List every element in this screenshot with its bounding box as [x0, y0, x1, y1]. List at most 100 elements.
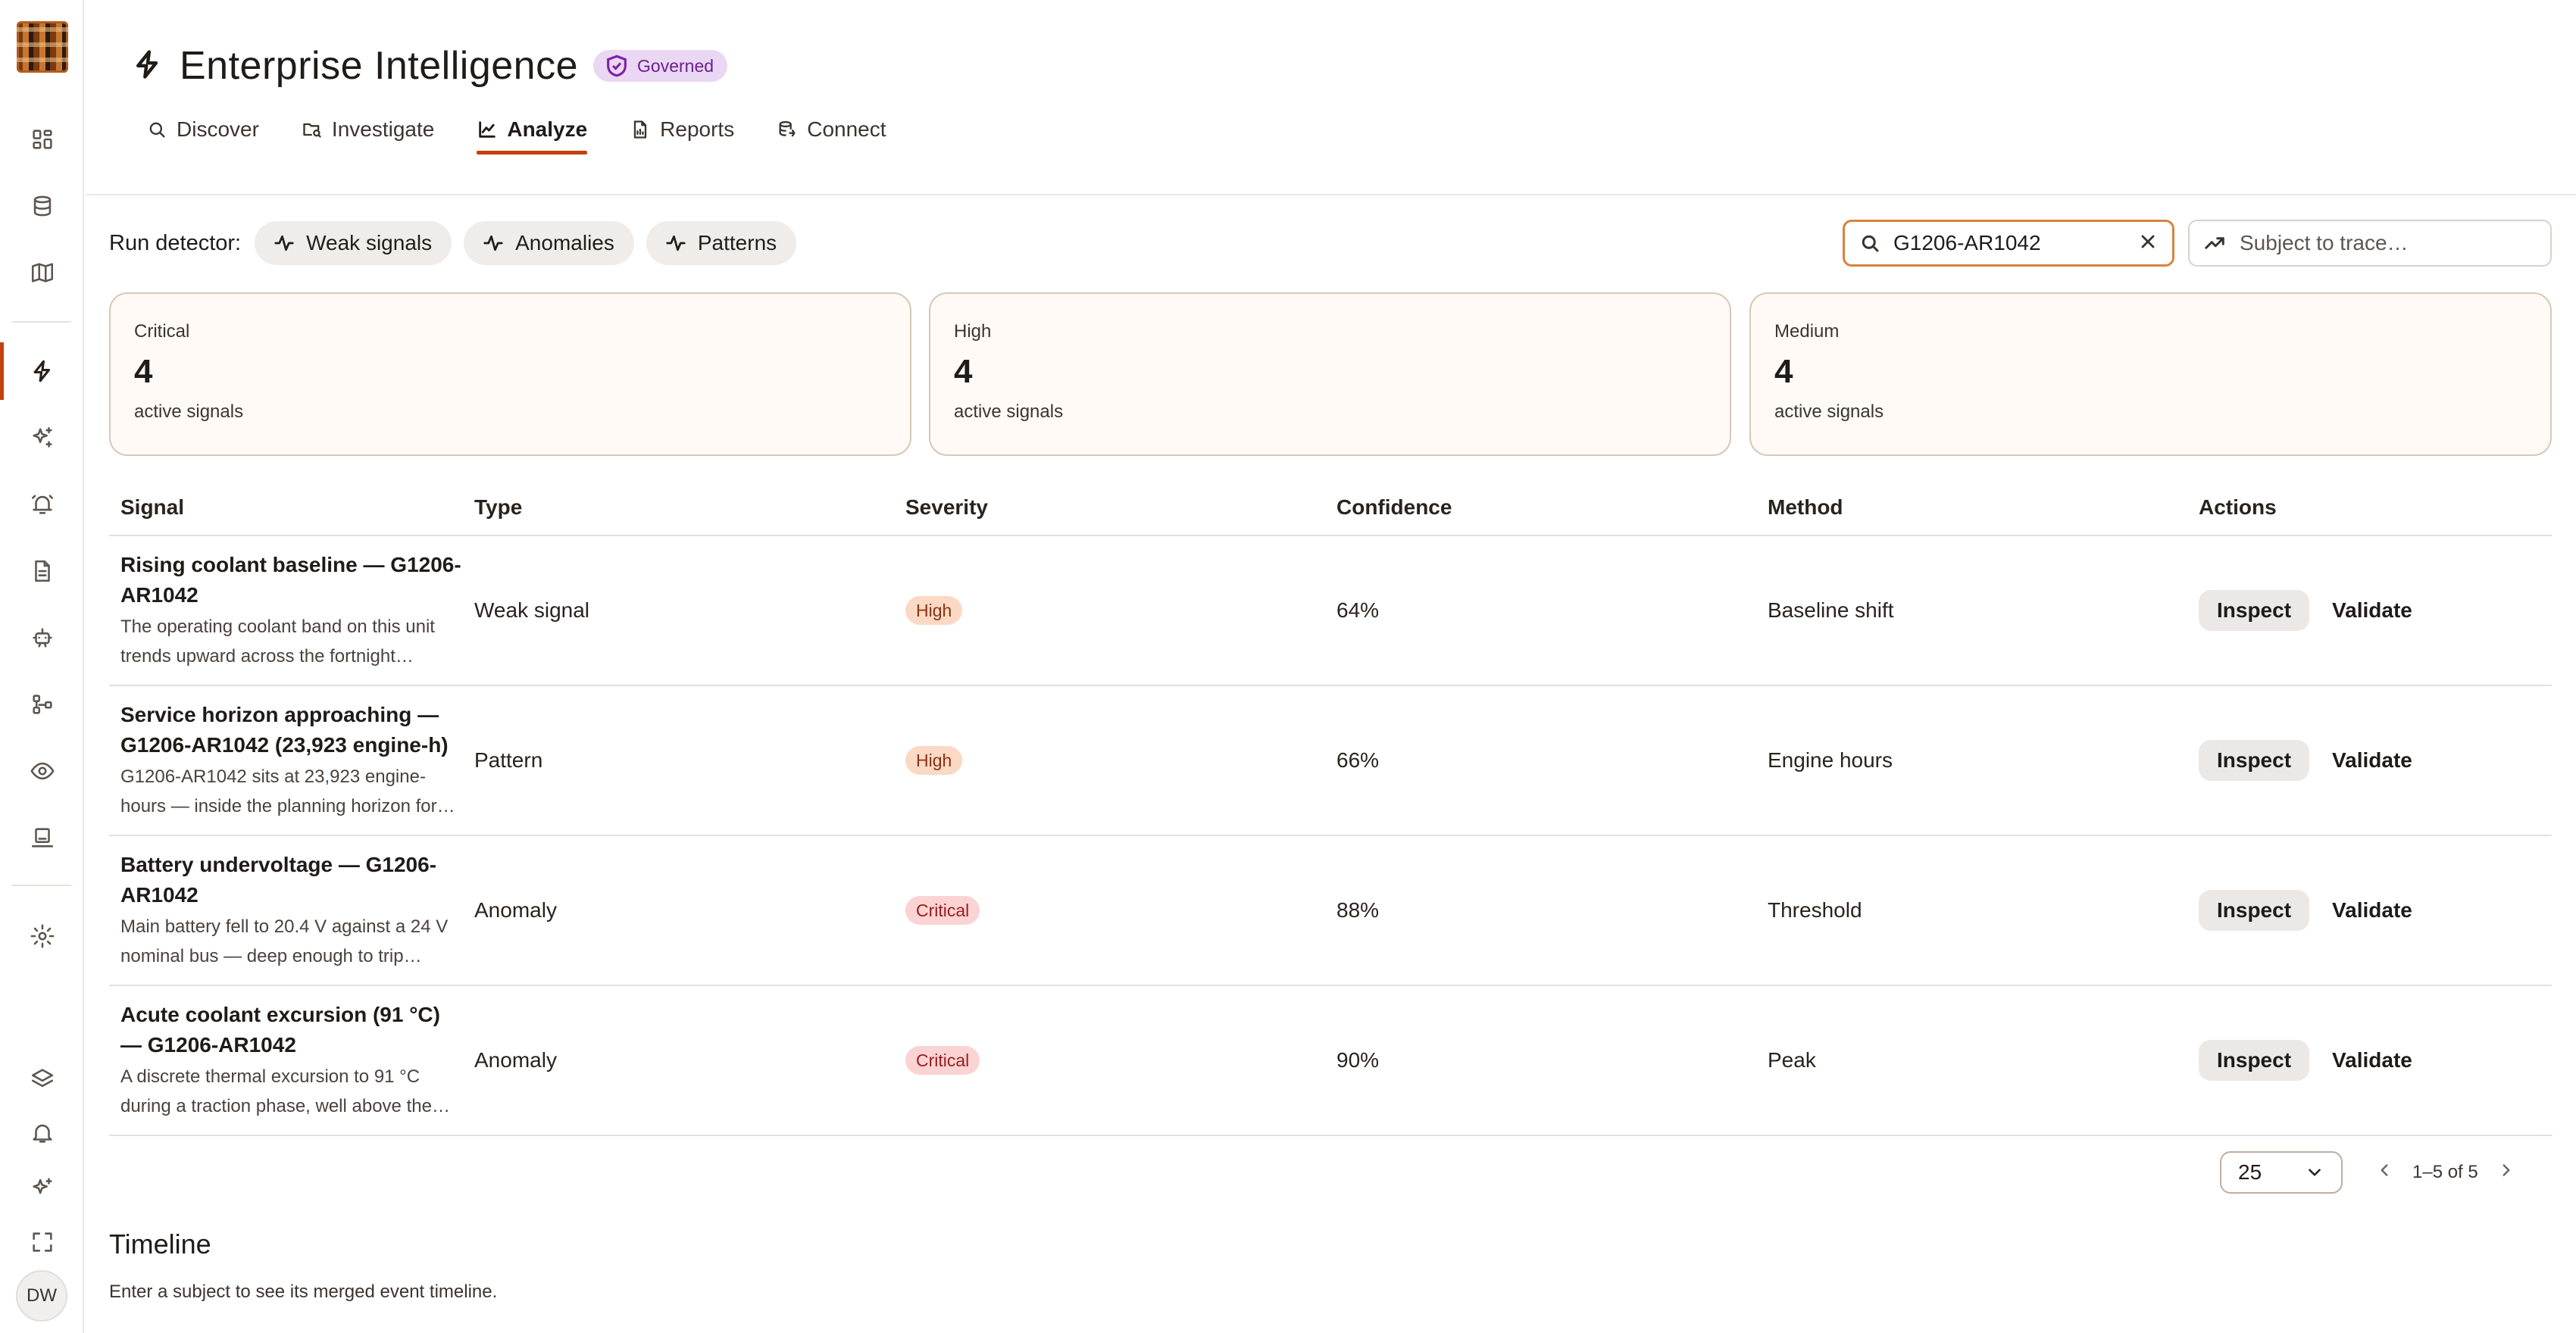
chip-label: Weak signals: [306, 231, 433, 254]
sidebar-bolt-icon[interactable]: [0, 348, 84, 394]
tab-connect[interactable]: Connect: [777, 106, 886, 153]
tab-investigate[interactable]: Investigate: [302, 106, 434, 153]
card-subtext: active signals: [1774, 401, 1884, 422]
app-header: Enterprise Intelligence Governed Discove…: [86, 0, 2576, 195]
main-tabs: Discover Investigate Analyze Reports Con…: [146, 106, 886, 155]
search-input[interactable]: [1893, 231, 2125, 255]
card-label: Medium: [1774, 321, 1840, 342]
detector-patterns-button[interactable]: Patterns: [646, 221, 797, 265]
actions-cell: Inspect Validate: [2199, 740, 2537, 781]
table-row[interactable]: Acute coolant excursion (91 °C) — G1206-…: [109, 986, 2552, 1136]
severity-cell: Critical: [905, 896, 1336, 925]
confidence-cell: 64%: [1336, 598, 1380, 622]
card-label: High: [954, 321, 992, 342]
severity-badge: Critical: [905, 896, 980, 925]
actions-cell: Inspect Validate: [2199, 1040, 2537, 1081]
actions-cell: Inspect Validate: [2199, 890, 2537, 931]
confidence-cell: 90%: [1336, 1048, 1380, 1072]
tab-reports[interactable]: Reports: [630, 106, 734, 153]
column-header[interactable]: Severity: [905, 495, 1336, 520]
tab-discover[interactable]: Discover: [146, 106, 259, 153]
timeline-title: Timeline: [109, 1228, 211, 1260]
table-header: Signal Type Severity Confidence Method A…: [109, 480, 2552, 536]
clear-search-button[interactable]: [2137, 231, 2159, 256]
signal-cell: Acute coolant excursion (91 °C) — G1206-…: [109, 1000, 474, 1121]
trace-field: [2188, 220, 2552, 267]
tab-label: Connect: [807, 117, 886, 141]
signal-description: G1206-AR1042 sits at 23,923 engine-hours…: [120, 766, 437, 816]
sidebar-notifications-icon[interactable]: [0, 1110, 84, 1156]
signal-title: Acute coolant excursion (91 °C) — G1206-…: [120, 1003, 440, 1057]
severity-badge: High: [905, 596, 963, 625]
sidebar-bot-icon[interactable]: [0, 615, 84, 660]
chart-line-icon: [479, 121, 496, 138]
page-range: 1–5 of 5: [2412, 1162, 2478, 1182]
tab-analyze[interactable]: Analyze: [477, 106, 587, 155]
page-size-select[interactable]: 25: [2220, 1151, 2343, 1194]
timeline-description: Enter a subject to see its merged event …: [109, 1281, 498, 1302]
card-subtext: active signals: [134, 401, 244, 422]
avatar[interactable]: DW: [16, 1270, 67, 1322]
inspect-button[interactable]: Inspect: [2199, 590, 2310, 631]
detector-anomalies-button[interactable]: Anomalies: [464, 221, 634, 265]
signal-title: Battery undervoltage — G1206-AR1042: [120, 853, 437, 907]
table-row[interactable]: Battery undervoltage — G1206-AR1042 Main…: [109, 836, 2552, 986]
detector-weak-signals-button[interactable]: Weak signals: [255, 221, 452, 265]
governed-badge-label: Governed: [637, 55, 714, 76]
card-label: Critical: [134, 321, 190, 342]
trace-subject-input[interactable]: [2240, 231, 2537, 255]
column-header[interactable]: Type: [474, 495, 905, 520]
governed-badge: Governed: [593, 50, 728, 82]
trending-up-icon: [2205, 237, 2224, 249]
signal-title: Service horizon approaching — G1206-AR10…: [120, 703, 449, 757]
title-row: Enterprise Intelligence Governed: [131, 39, 728, 92]
column-header[interactable]: Method: [1768, 495, 2199, 520]
signal-cell: Rising coolant baseline — G1206-AR1042 T…: [109, 550, 474, 671]
inspect-button[interactable]: Inspect: [2199, 740, 2310, 781]
sidebar-eye-icon[interactable]: [0, 748, 84, 794]
column-header[interactable]: Confidence: [1336, 495, 1768, 520]
signal-description: The operating coolant band on this unit …: [120, 617, 435, 666]
sidebar-map-icon[interactable]: [0, 250, 84, 295]
database-link-icon: [779, 120, 796, 137]
app-logo[interactable]: [17, 21, 68, 73]
chip-label: Patterns: [697, 231, 777, 254]
prev-page-button[interactable]: [2374, 1160, 2394, 1185]
sidebar-alarm-icon[interactable]: [0, 482, 84, 527]
sidebar-fullscreen-icon[interactable]: [0, 1219, 84, 1265]
sidebar-laptop-icon[interactable]: [0, 815, 84, 860]
sidebar-dashboard-icon[interactable]: [0, 117, 84, 162]
confidence-cell: 66%: [1336, 748, 1380, 772]
table-row[interactable]: Rising coolant baseline — G1206-AR1042 T…: [109, 536, 2552, 686]
method-cell: Baseline shift: [1768, 598, 1894, 622]
validate-button[interactable]: Validate: [2332, 1048, 2412, 1072]
inspect-button[interactable]: Inspect: [2199, 1040, 2310, 1081]
activity-icon: [274, 235, 294, 251]
signal-title: Rising coolant baseline — G1206-AR1042: [120, 553, 461, 607]
sidebar-layers-icon[interactable]: [0, 1056, 84, 1101]
pagination-nav: 1–5 of 5: [2374, 1156, 2516, 1189]
card-count: 4: [1774, 353, 1793, 390]
chip-label: Anomalies: [515, 231, 614, 254]
column-header[interactable]: Signal: [109, 495, 474, 520]
validate-button[interactable]: Validate: [2332, 598, 2412, 623]
run-detector-label: Run detector:: [109, 230, 242, 255]
sidebar-sparkles-icon[interactable]: [0, 415, 84, 460]
actions-cell: Inspect Validate: [2199, 590, 2537, 631]
signal-cell: Service horizon approaching — G1206-AR10…: [109, 700, 474, 821]
validate-button[interactable]: Validate: [2332, 748, 2412, 773]
sidebar-workflow-icon[interactable]: [0, 682, 84, 727]
search-icon: [149, 122, 165, 138]
inspect-button[interactable]: Inspect: [2199, 890, 2310, 931]
tab-label: Reports: [660, 117, 735, 141]
sidebar-ai-icon[interactable]: [0, 1165, 84, 1210]
table-row[interactable]: Service horizon approaching — G1206-AR10…: [109, 686, 2552, 836]
sidebar-document-icon[interactable]: [0, 548, 84, 594]
next-page-button[interactable]: [2496, 1160, 2516, 1185]
signal-description: A discrete thermal excursion to 91 °C du…: [120, 1066, 432, 1116]
detector-toolbar: Run detector: Weak signals Anomalies Pat…: [109, 221, 797, 265]
activity-icon: [666, 235, 686, 251]
validate-button[interactable]: Validate: [2332, 898, 2412, 922]
sidebar-settings-icon[interactable]: [0, 913, 84, 959]
sidebar-database-icon[interactable]: [0, 183, 84, 229]
